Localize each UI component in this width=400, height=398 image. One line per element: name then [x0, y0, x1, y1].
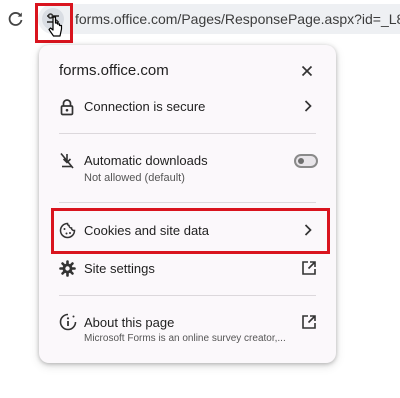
- chevron-right-icon: [303, 99, 313, 118]
- site-settings-row[interactable]: Site settings: [39, 257, 336, 281]
- url-text[interactable]: forms.office.com/Pages/ResponsePage.aspx…: [75, 11, 400, 27]
- downloads-label: Automatic downloads: [84, 153, 208, 168]
- downloads-status: Not allowed (default): [84, 172, 185, 184]
- downloads-row: Automatic downloads Not allowed (default…: [39, 149, 336, 189]
- info-icon: [59, 313, 77, 336]
- reload-icon[interactable]: [6, 9, 26, 29]
- about-row[interactable]: About this page Microsoft Forms is an on…: [39, 311, 336, 349]
- divider: [59, 133, 316, 134]
- connection-row[interactable]: Connection is secure: [39, 95, 336, 119]
- highlight-box: [51, 208, 330, 254]
- about-label: About this page: [84, 315, 175, 330]
- open-in-new-icon: [301, 314, 317, 335]
- close-icon[interactable]: [297, 61, 317, 81]
- popup-title: forms.office.com: [59, 62, 169, 79]
- browser-toolbar: forms.office.com/Pages/ResponsePage.aspx…: [0, 0, 400, 43]
- connection-label: Connection is secure: [84, 99, 206, 114]
- site-info-popup: forms.office.com Connection is secure Au…: [39, 45, 336, 363]
- site-settings-label: Site settings: [84, 261, 155, 276]
- divider: [59, 202, 316, 203]
- downloads-toggle[interactable]: [294, 154, 318, 168]
- highlight-box: [35, 3, 73, 43]
- about-description: Microsoft Forms is an online survey crea…: [84, 333, 286, 344]
- gear-icon: [59, 260, 76, 282]
- lock-icon: [59, 98, 75, 121]
- toggle-knob: [298, 158, 304, 164]
- open-in-new-icon: [301, 260, 317, 281]
- divider: [59, 295, 316, 296]
- download-off-icon: [59, 152, 75, 175]
